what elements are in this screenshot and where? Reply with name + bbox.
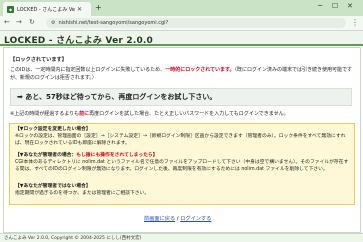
back-icon[interactable]: ← bbox=[4, 18, 10, 26]
note-b: 前に bbox=[79, 111, 90, 117]
help-text-nonadmin: 指定期間が過ぎるのを待つか、または管理者にご相談下さい。 bbox=[15, 191, 150, 196]
action-links: 前画面に戻る / ログインする bbox=[144, 215, 211, 222]
help-text-admin: CGI本体のあるディレクトリに nolim.dat というファイル名で任意のファ… bbox=[15, 160, 349, 172]
browser-tab[interactable]: ◆ LOCKED - さんこよみ Ver 2.0.0 ✕ bbox=[3, 2, 91, 16]
help-h2a: 【▼あなたが管理者の場合： bbox=[15, 153, 77, 158]
page-title: LOCKED - さんこよみ Ver 2.0.0 bbox=[4, 33, 153, 46]
back-link[interactable]: 前画面に戻る bbox=[144, 216, 175, 222]
note-c: 再度ログインを試した場合、たとえ正しいパスワードを入力してもログインできません。 bbox=[89, 111, 289, 117]
navigation-bar: ← → ↻ ⚙ nishishi.net/test-sangoyomi/sang… bbox=[0, 16, 363, 31]
wait-minutes: 57秒 bbox=[46, 93, 63, 101]
close-window-button[interactable]: ✕ bbox=[347, 2, 353, 10]
tab-title: LOCKED - さんこよみ Ver 2.0.0 bbox=[17, 6, 75, 13]
tab-bar: ◆ LOCKED - さんこよみ Ver 2.0.0 ✕ + ─ ☐ ✕ bbox=[0, 0, 363, 16]
wait-box: ➡ あと、57秒ほど待ってから、再度ログインをお試し下さい。 bbox=[10, 88, 352, 106]
address-bar[interactable]: ⚙ nishishi.net/test-sangoyomi/sangoyomi.… bbox=[46, 18, 346, 28]
site-info-icon[interactable]: ⚙ bbox=[51, 20, 55, 26]
page-content: LOCKED - さんこよみ Ver 2.0.0 【ロックされています】 このI… bbox=[0, 31, 363, 242]
help-h2c: 】 bbox=[152, 153, 158, 158]
lock-note: ※上記の時間が経過するよりも前に再度ログインを試した場合、たとえ正しいパスワード… bbox=[10, 110, 289, 117]
lock-panel: 【ロックされています】 このIDは、一定時間内に指定回数以上ログインに失敗してい… bbox=[3, 47, 361, 233]
login-link[interactable]: ログインする bbox=[180, 216, 211, 222]
page-header: LOCKED - さんこよみ Ver 2.0.0 bbox=[0, 31, 363, 46]
help-box: 【▼ロック設定を変更したい場合】 ※ロックの設定は、管理画面の［設定］→［システ… bbox=[9, 123, 355, 205]
status-heading: 【ロックされています】 bbox=[10, 57, 67, 63]
note-a: ※上記の時間が経過するよりも bbox=[10, 111, 80, 117]
favicon-icon: ◆ bbox=[7, 5, 14, 13]
copyright-text: さんこよみ Ver 2.0.0, Copyright © 2004-2025 に… bbox=[4, 236, 142, 241]
help-heading-nonadmin: 【▼あなたが管理者ではない場合】 bbox=[15, 184, 91, 189]
page-title-app: さんこよみ Ver 2.0.0 bbox=[56, 36, 153, 46]
forward-icon[interactable]: → bbox=[16, 18, 22, 26]
wait-prefix: ➡ あと、 bbox=[17, 93, 47, 101]
wait-suffix: ほど待ってから、再度ログインをお試し下さい。 bbox=[62, 93, 217, 101]
wait-message: ➡ あと、57秒ほど待ってから、再度ログインをお試し下さい。 bbox=[17, 92, 216, 102]
lock-emphasis: 一時的にロックされています。 bbox=[165, 67, 235, 73]
minimize-button[interactable]: ─ bbox=[318, 2, 322, 10]
address-text[interactable]: nishishi.net/test-sangoyomi/sangoyomi.cg… bbox=[58, 20, 168, 26]
page-title-prefix: LOCKED - bbox=[4, 36, 57, 46]
help-text-settings: ※ロックの設定は、管理画面の［設定］→［システム設定］→［新規ログイン制限］区画… bbox=[15, 134, 346, 146]
help-heading-settings: 【▼ロック設定を変更したい場合】 bbox=[15, 127, 91, 132]
browser-window: ◆ LOCKED - さんこよみ Ver 2.0.0 ✕ + ─ ☐ ✕ ← →… bbox=[0, 0, 363, 242]
para-1a: このIDは、一定時間内に指定回数以上ログインに失敗しているため、 bbox=[10, 67, 166, 73]
lock-explanation: このIDは、一定時間内に指定回数以上ログインに失敗しているため、一時的にロックさ… bbox=[10, 66, 355, 82]
help-h2b: もし誰にも操作をされてしまったら bbox=[76, 153, 153, 158]
reload-icon[interactable]: ↻ bbox=[29, 18, 35, 26]
help-heading-admin: 【▼あなたが管理者の場合：もし誰にも操作をされてしまったら】 bbox=[15, 153, 350, 160]
tab-close-icon[interactable]: ✕ bbox=[77, 6, 82, 13]
new-tab-button[interactable]: + bbox=[95, 3, 102, 12]
maximize-button[interactable]: ☐ bbox=[332, 2, 338, 10]
browser-menu-icon[interactable]: ⋮ bbox=[351, 18, 359, 27]
